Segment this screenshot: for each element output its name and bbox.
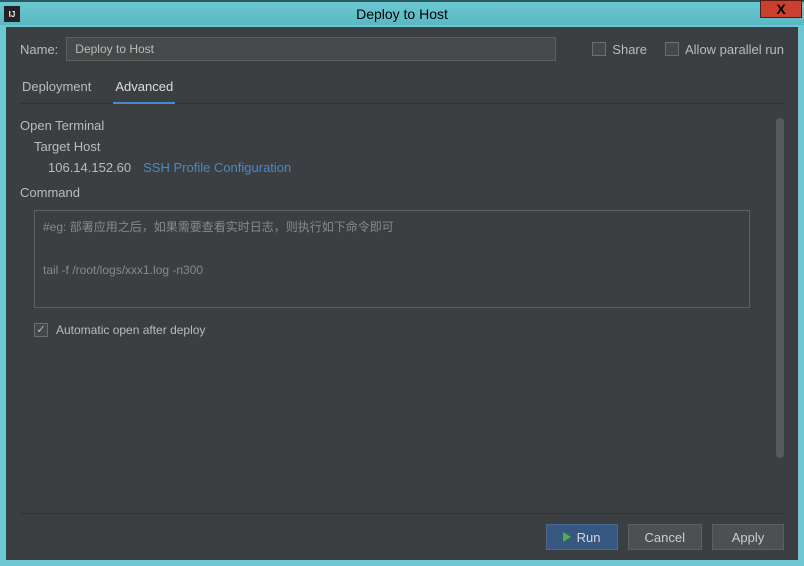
command-label: Command (20, 185, 784, 200)
play-icon (563, 532, 571, 542)
allow-parallel-checkbox[interactable] (665, 42, 679, 56)
name-row: Name: Share Allow parallel run (20, 37, 784, 61)
window-title: Deploy to Host (356, 6, 448, 22)
title-bar[interactable]: IJ Deploy to Host X (0, 0, 804, 25)
allow-parallel-option: Allow parallel run (665, 42, 784, 57)
button-bar: Run Cancel Apply (20, 513, 784, 550)
share-label: Share (612, 42, 647, 57)
allow-parallel-label: Allow parallel run (685, 42, 784, 57)
command-textarea[interactable] (34, 210, 750, 308)
auto-open-label: Automatic open after deploy (56, 323, 205, 337)
scrollbar[interactable] (776, 118, 784, 458)
tab-deployment[interactable]: Deployment (20, 75, 93, 103)
ssh-profile-link[interactable]: SSH Profile Configuration (143, 160, 291, 175)
apply-button[interactable]: Apply (712, 524, 784, 550)
target-host-label: Target Host (34, 139, 784, 154)
share-checkbox[interactable] (592, 42, 606, 56)
tabs: Deployment Advanced (20, 75, 784, 104)
window-frame: IJ Deploy to Host X Name: Share Allow pa… (0, 0, 804, 566)
content-area: Open Terminal Target Host 106.14.152.60 … (20, 118, 784, 513)
share-option: Share (592, 42, 647, 57)
open-terminal-section: Open Terminal (20, 118, 784, 133)
cancel-button[interactable]: Cancel (628, 524, 702, 550)
target-host-ip: 106.14.152.60 (48, 160, 131, 175)
dialog-body: Name: Share Allow parallel run Deploymen… (6, 27, 798, 560)
run-button[interactable]: Run (546, 524, 618, 550)
auto-open-checkbox[interactable] (34, 323, 48, 337)
name-input[interactable] (66, 37, 556, 61)
auto-open-row: Automatic open after deploy (34, 323, 784, 337)
tab-advanced[interactable]: Advanced (113, 75, 175, 104)
run-button-label: Run (577, 530, 601, 545)
app-icon: IJ (4, 6, 20, 22)
name-label: Name: (20, 42, 58, 57)
close-button[interactable]: X (760, 0, 802, 18)
